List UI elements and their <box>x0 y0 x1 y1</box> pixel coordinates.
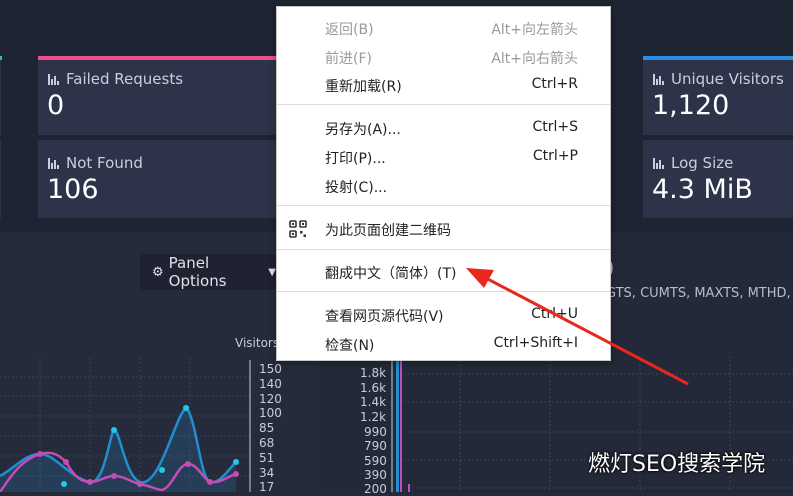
data-point <box>87 479 93 485</box>
qr-code-icon <box>289 220 307 238</box>
y-tick-label: 100 <box>259 406 282 420</box>
menu-item-label: 查看网页源代码(V) <box>325 309 444 325</box>
unique-visitors-value: 1,120 <box>652 90 730 121</box>
left-card-accent <box>0 56 2 60</box>
y-tick-label: 1.8k <box>360 366 387 380</box>
menu-item-shortcut: Ctrl+S <box>532 119 578 135</box>
bar-chart-icon <box>653 73 666 85</box>
menu-item-save-as[interactable]: 另存为(A)... Ctrl+S <box>277 114 610 142</box>
y-tick-label: 120 <box>259 392 282 406</box>
data-point <box>137 481 143 487</box>
y-tick-label: 150 <box>259 362 282 376</box>
menu-separator <box>277 205 610 206</box>
menu-item-print[interactable]: 打印(P)... Ctrl+P <box>277 143 610 171</box>
y-tick-label: 200 <box>364 482 387 496</box>
caret-down-icon: ▼ <box>268 266 276 278</box>
watermark: 燃灯SEO搜索学院 <box>588 452 766 477</box>
bar-chart-icon <box>653 157 666 169</box>
y-tick-label: 790 <box>364 439 387 453</box>
y-tick-label: 140 <box>259 377 282 391</box>
not-found-card: Not Found 106 <box>38 140 278 218</box>
y-tick-label: 990 <box>364 425 387 439</box>
menu-item-label: 前进(F) <box>325 51 372 67</box>
failed-requests-label: Failed Requests <box>66 70 184 88</box>
data-point <box>61 481 67 487</box>
card-title: Not Found <box>48 154 143 172</box>
failed-requests-value: 0 <box>47 90 65 121</box>
bar <box>400 360 402 492</box>
bar <box>396 360 399 492</box>
y-tick-label: 68 <box>259 436 275 450</box>
card-title: Unique Visitors <box>653 70 784 88</box>
unique-visitors-label: Unique Visitors <box>671 70 784 88</box>
y-tick-label: 390 <box>364 468 387 482</box>
not-found-label: Not Found <box>66 154 143 172</box>
data-point <box>185 461 191 467</box>
panel-options-label: Panel Options <box>168 254 227 290</box>
card-accent <box>38 56 278 60</box>
card-accent <box>643 56 793 60</box>
menu-item-shortcut: Ctrl+P <box>532 148 578 164</box>
menu-item-label: 翻成中文（简体）(T) <box>325 266 457 282</box>
gear-icon: ⚙ <box>152 264 164 280</box>
menu-item-label: 返回(B) <box>325 22 374 38</box>
left-card-edge <box>0 56 1 135</box>
card-title: Log Size <box>653 154 733 172</box>
y-tick-label: 1.4k <box>360 395 387 409</box>
failed-requests-card: Failed Requests 0 <box>38 56 278 135</box>
y-tick-label: 34 <box>259 466 275 480</box>
visitors-chart <box>0 358 251 492</box>
data-point <box>207 479 213 485</box>
menu-item-shortcut: Ctrl+R <box>531 76 578 92</box>
menu-item-cast[interactable]: 投射(C)... <box>277 172 610 200</box>
data-point <box>111 473 117 479</box>
menu-separator <box>277 249 610 250</box>
data-point <box>63 459 69 465</box>
y-tick-label: 590 <box>364 454 387 468</box>
menu-separator <box>277 104 610 105</box>
log-size-label: Log Size <box>671 154 734 172</box>
left-card-edge <box>0 140 1 218</box>
menu-item-label: 为此页面创建二维码 <box>325 223 451 239</box>
menu-item-label: 投射(C)... <box>325 180 388 196</box>
menu-item-forward[interactable]: 前进(F) Alt+向右箭头 <box>277 43 610 71</box>
unique-visitors-card: Unique Visitors 1,120 <box>643 56 793 135</box>
menu-item-back[interactable]: 返回(B) Alt+向左箭头 <box>277 14 610 42</box>
menu-item-label: 打印(P)... <box>325 151 386 167</box>
menu-item-qr-code[interactable]: 为此页面创建二维码 <box>277 215 610 243</box>
data-point <box>111 427 117 433</box>
menu-item-label: 另存为(A)... <box>325 122 401 138</box>
visitors-axis-title: Visitors <box>235 336 280 350</box>
not-found-value: 106 <box>47 174 99 205</box>
panel-options-button[interactable]: ⚙ Panel Options ▼ <box>140 254 276 290</box>
data-point <box>233 459 239 465</box>
bar <box>408 484 410 492</box>
menu-item-shortcut: Alt+向右箭头 <box>491 51 578 67</box>
log-size-value: 4.3 MiB <box>652 174 753 205</box>
annotation-arrow-icon <box>466 268 689 386</box>
bar-chart-icon <box>48 73 61 85</box>
data-point <box>233 471 239 477</box>
y-tick-label: 51 <box>259 451 275 465</box>
menu-item-label: 检查(N) <box>325 338 375 354</box>
card-title: Failed Requests <box>48 70 183 88</box>
data-point <box>37 451 43 457</box>
y-tick-label: 1.6k <box>360 381 387 395</box>
log-size-card: Log Size 4.3 MiB <box>643 140 793 218</box>
menu-item-shortcut: Alt+向左箭头 <box>491 22 578 38</box>
menu-item-reload[interactable]: 重新加载(R) Ctrl+R <box>277 71 610 99</box>
bar-chart-icon <box>48 157 61 169</box>
data-point <box>183 405 189 411</box>
data-point <box>159 467 165 473</box>
y-tick-label: 85 <box>259 421 275 435</box>
y-tick-label: 1.2k <box>360 410 387 424</box>
menu-item-label: 重新加载(R) <box>325 79 402 95</box>
